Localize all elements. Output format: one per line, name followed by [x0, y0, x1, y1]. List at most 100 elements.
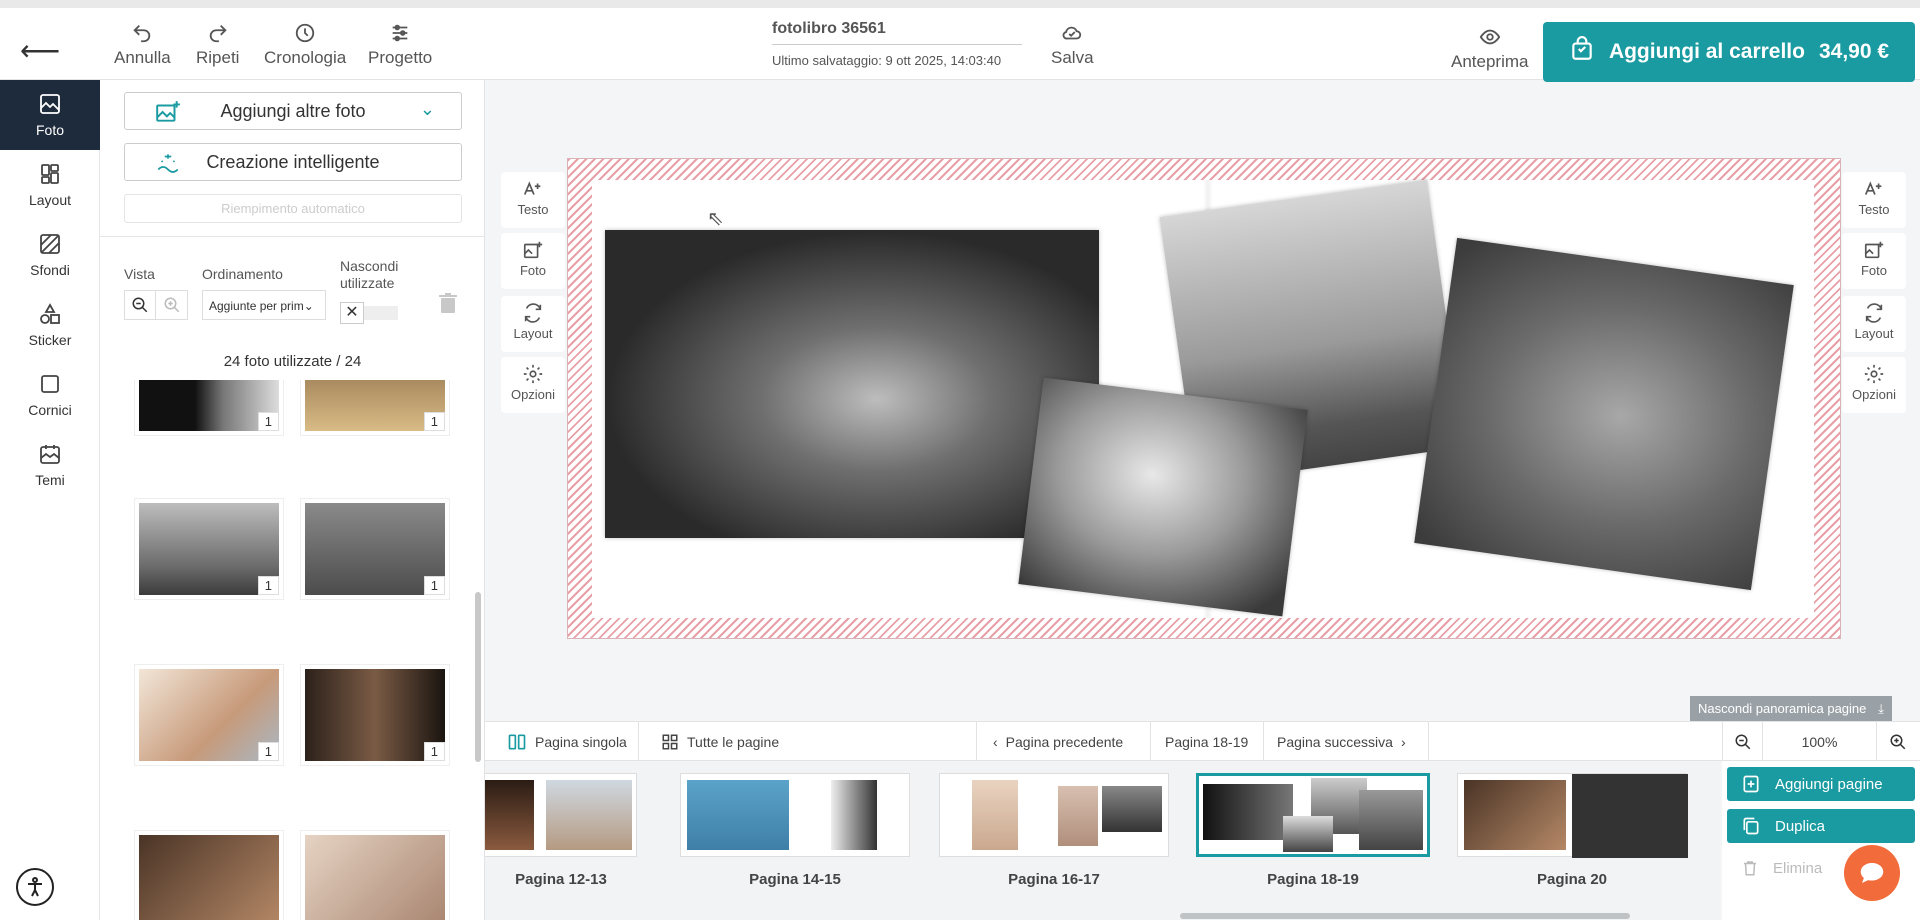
- sort-select[interactable]: Aggiunte per prim⌄: [202, 290, 326, 320]
- divider: [976, 722, 977, 762]
- page-thumb-20[interactable]: [1457, 773, 1688, 858]
- hide-used-toggle[interactable]: ✕: [340, 302, 398, 324]
- text-icon: [523, 181, 541, 195]
- history-icon: [264, 22, 346, 48]
- add-to-cart-button[interactable]: Aggiungi al carrello 34,90 €: [1543, 22, 1915, 82]
- zoom-out-icon[interactable]: [125, 291, 157, 319]
- thumb-image: [831, 780, 877, 850]
- nav-cornici[interactable]: Cornici: [0, 360, 100, 430]
- auto-fill-button[interactable]: Riempimento automatico: [124, 194, 462, 223]
- thumb-image: [1058, 786, 1098, 846]
- accessibility-icon[interactable]: [16, 868, 54, 906]
- history-button[interactable]: Cronologia: [264, 22, 346, 68]
- page-actions: Aggiungi pagine Duplica Elimina: [1722, 761, 1920, 920]
- nav-foto[interactable]: Foto: [0, 80, 100, 150]
- add-text-tool-left[interactable]: Testo: [501, 172, 565, 228]
- hide-overview-button[interactable]: Nascondi panoramica pagine ⤓: [1690, 696, 1892, 721]
- prev-page-button[interactable]: ‹ Pagina precedente: [981, 722, 1135, 762]
- nav-sfondi[interactable]: Sfondi: [0, 220, 100, 290]
- layout-tool-right[interactable]: Layout: [1842, 296, 1906, 352]
- zoom-in-icon[interactable]: [1878, 722, 1918, 762]
- photo-thumb[interactable]: [134, 830, 284, 920]
- toggle-track: [364, 306, 398, 320]
- divider: [1263, 722, 1264, 762]
- refresh-icon: [1865, 303, 1883, 323]
- page-label: Pagina 18-19: [1267, 871, 1359, 888]
- panel-scrollbar[interactable]: [475, 592, 481, 762]
- nav-temi[interactable]: Temi: [0, 430, 100, 500]
- zoom-out-icon[interactable]: [1722, 722, 1762, 762]
- redo-button[interactable]: Ripeti: [196, 22, 239, 68]
- magic-icon: [155, 150, 181, 181]
- save-button[interactable]: Salva: [1051, 22, 1094, 68]
- photo-thumb[interactable]: 1: [134, 380, 284, 436]
- smart-creation-button[interactable]: Creazione intelligente: [124, 143, 462, 181]
- trash-icon[interactable]: [436, 290, 460, 321]
- zoom-in-icon[interactable]: [156, 291, 187, 319]
- undo-icon: [114, 22, 171, 48]
- chevron-down-icon: ⌄: [303, 299, 314, 313]
- undo-button[interactable]: Annulla: [114, 22, 171, 68]
- photo-thumb[interactable]: 1: [134, 498, 284, 600]
- sliders-icon: [368, 22, 432, 48]
- photo-thumb[interactable]: 1: [134, 664, 284, 766]
- sort-label: Ordinamento: [202, 266, 283, 282]
- page-thumb-14-15[interactable]: [680, 773, 910, 857]
- page-thumb-12-13[interactable]: [485, 773, 637, 857]
- single-page-button[interactable]: Pagina singola: [495, 722, 639, 762]
- nav-sticker[interactable]: Sticker: [0, 290, 100, 360]
- page-spread[interactable]: [592, 179, 1814, 618]
- last-saved: Ultimo salvataggio: 9 ott 2025, 14:03:40: [772, 53, 1002, 68]
- photo-toddler-hood[interactable]: [1414, 237, 1794, 591]
- shopping-bag-icon: [1569, 36, 1595, 68]
- photo-thumb[interactable]: 1: [300, 498, 450, 600]
- divider: [638, 722, 639, 762]
- duplicate-button[interactable]: Duplica: [1727, 809, 1915, 843]
- page-thumb-18-19[interactable]: [1196, 773, 1430, 857]
- photo-thumb[interactable]: [300, 830, 450, 920]
- layout-icon: [41, 164, 59, 184]
- gear-icon: [523, 364, 543, 384]
- project-button[interactable]: Progetto: [368, 22, 432, 68]
- photo-thumb[interactable]: 1: [300, 664, 450, 766]
- strip-scrollbar[interactable]: [1180, 913, 1630, 919]
- all-pages-button[interactable]: Tutte le pagine: [649, 722, 791, 762]
- page-thumb-16-17[interactable]: [939, 773, 1169, 857]
- photos-panel: Aggiungi altre foto ⌄ Creazione intellig…: [100, 80, 485, 920]
- project-name[interactable]: fotolibro 36561: [772, 20, 1022, 45]
- add-text-tool-right[interactable]: Testo: [1842, 172, 1906, 228]
- thumb-image: [1283, 816, 1333, 852]
- chevron-right-icon: ›: [1400, 734, 1406, 750]
- page-label: Pagina 16-17: [1008, 871, 1100, 888]
- page-label: Pagina 14-15: [749, 871, 841, 888]
- photo-wedding-couple[interactable]: [605, 230, 1099, 538]
- preview-button[interactable]: Anteprima: [1451, 26, 1528, 72]
- add-pages-button[interactable]: Aggiungi pagine: [1727, 767, 1915, 801]
- thumb-image: [1203, 784, 1293, 840]
- left-nav: Foto Layout Sfondi Sticker Cornici Temi: [0, 80, 100, 920]
- grid-icon: [662, 734, 678, 750]
- divider: [1150, 722, 1151, 762]
- nav-layout[interactable]: Layout: [0, 150, 100, 220]
- add-photo-tool-left[interactable]: Foto: [501, 233, 565, 289]
- photo-thumb[interactable]: 1: [300, 380, 450, 436]
- cloud-icon: [1051, 22, 1094, 48]
- sticker-icon: [40, 303, 60, 324]
- back-arrow-icon[interactable]: ⟵: [20, 34, 60, 67]
- add-photo-tool-right[interactable]: Foto: [1842, 233, 1906, 289]
- redo-icon: [196, 22, 239, 48]
- photo-baby[interactable]: [1018, 377, 1308, 617]
- photos-icon: [40, 94, 60, 114]
- add-photos-button[interactable]: Aggiungi altre foto ⌄: [124, 92, 462, 130]
- options-tool-left[interactable]: Opzioni: [501, 357, 565, 413]
- hide-used-label: Nascondi utilizzate: [340, 258, 399, 291]
- next-page-button[interactable]: Pagina successiva ›: [1265, 722, 1418, 762]
- options-tool-right[interactable]: Opzioni: [1842, 357, 1906, 413]
- duplicate-icon: [1743, 817, 1759, 835]
- layout-tool-left[interactable]: Layout: [501, 296, 565, 352]
- refresh-icon: [524, 303, 542, 323]
- chat-icon[interactable]: [1844, 845, 1900, 901]
- add-image-icon: [155, 99, 181, 130]
- page-nav-bar: Pagina singola Tutte le pagine ‹ Pagina …: [485, 721, 1920, 762]
- trash-icon: [1744, 861, 1756, 876]
